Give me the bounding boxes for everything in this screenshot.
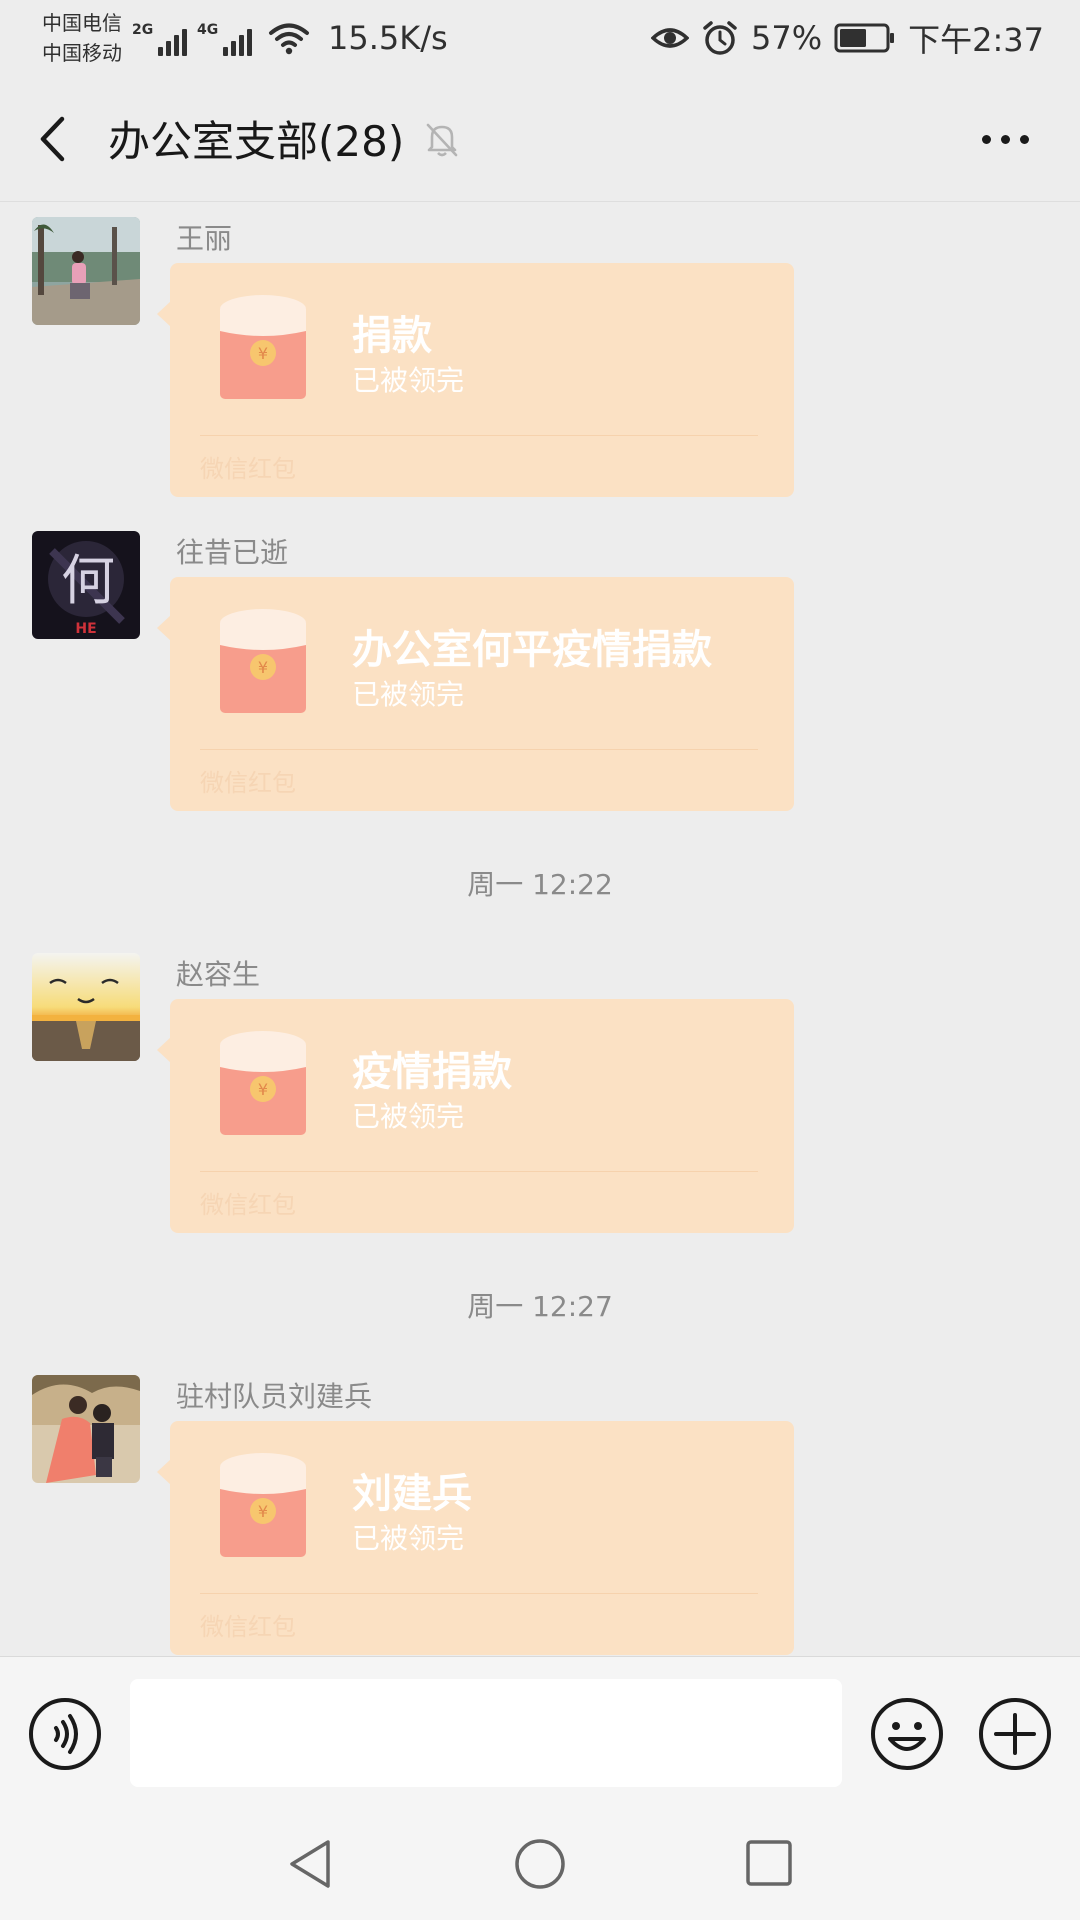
- back-button[interactable]: [0, 76, 104, 202]
- red-packet-card[interactable]: ¥ 办公室何平疫情捐款 已被领完 微信红包: [157, 577, 794, 811]
- sim1-network-type: 2G: [132, 22, 154, 38]
- red-envelope-icon: ¥: [220, 1453, 306, 1557]
- eye-icon: [651, 28, 689, 48]
- avatar[interactable]: [32, 953, 140, 1061]
- sender-name: 赵容生: [176, 958, 261, 991]
- svg-text:¥: ¥: [258, 344, 268, 363]
- envelope-title: 疫情捐款: [352, 1049, 512, 1095]
- envelope-status: 已被领完: [352, 364, 465, 397]
- message-list[interactable]: 王丽 ¥ 捐款 已被领完 微信红包 何 HE 往昔已逝 ¥ 办公室何平疫情捐款 …: [0, 203, 1080, 1655]
- envelope-status: 已被领完: [352, 1100, 465, 1133]
- sender-name: 驻村队员刘建兵: [176, 1380, 373, 1413]
- red-packet-card[interactable]: ¥ 刘建兵 已被领完 微信红包: [157, 1421, 794, 1655]
- emoji-icon[interactable]: [870, 1697, 944, 1771]
- envelope-title: 刘建兵: [352, 1471, 472, 1517]
- timestamp: 周一 12:22: [467, 868, 613, 901]
- envelope-status: 已被领完: [352, 1522, 465, 1555]
- nav-back-icon[interactable]: [284, 1836, 336, 1892]
- clock: 下午2:37: [908, 21, 1044, 59]
- battery-icon: [834, 23, 895, 53]
- message-input[interactable]: [130, 1679, 842, 1787]
- page-title: 办公室支部(28): [108, 117, 405, 166]
- envelope-status: 已被领完: [352, 678, 465, 711]
- signal-icon: 4G: [197, 20, 252, 56]
- svg-text:¥: ¥: [258, 658, 268, 677]
- red-packet-card[interactable]: ¥ 捐款 已被领完 微信红包: [157, 263, 794, 497]
- avatar[interactable]: [32, 1375, 140, 1483]
- more-options-button[interactable]: [970, 112, 1040, 166]
- status-bar: 中国电信 中国移动 2G 4G 15.5K/s 57% 下午2:37: [0, 0, 1080, 76]
- red-envelope-icon: ¥: [220, 295, 306, 399]
- avatar-caption: HE: [75, 621, 96, 637]
- divider: [200, 1593, 758, 1594]
- more-dots-icon: [981, 134, 991, 144]
- carrier-1: 中国电信: [42, 11, 122, 35]
- alarm-icon: [703, 21, 737, 55]
- system-nav-bar: [0, 1806, 1080, 1920]
- sim2-network-type: 4G: [197, 22, 219, 38]
- carrier-labels: 中国电信 中国移动: [42, 8, 122, 68]
- mute-bell-icon: [426, 123, 458, 156]
- plus-icon[interactable]: [978, 1697, 1052, 1771]
- voice-icon[interactable]: [28, 1697, 102, 1771]
- envelope-footer: 微信红包: [200, 769, 296, 797]
- sender-name: 往昔已逝: [176, 536, 289, 569]
- svg-text:¥: ¥: [258, 1502, 268, 1521]
- sender-name: 王丽: [176, 222, 233, 255]
- envelope-title: 办公室何平疫情捐款: [352, 627, 712, 673]
- nav-home-icon[interactable]: [512, 1836, 568, 1892]
- envelope-footer: 微信红包: [200, 1191, 296, 1219]
- divider: [200, 749, 758, 750]
- envelope-footer: 微信红包: [200, 455, 296, 483]
- timestamp: 周一 12:27: [467, 1290, 613, 1323]
- divider: [200, 435, 758, 436]
- back-arrow-icon: [40, 116, 65, 161]
- battery-percent: 57%: [751, 19, 823, 57]
- input-bar: [0, 1656, 1080, 1806]
- net-speed: 15.5K/s: [328, 19, 448, 57]
- red-envelope-icon: ¥: [220, 1031, 306, 1135]
- avatar[interactable]: [32, 217, 140, 325]
- nav-recents-icon[interactable]: [744, 1838, 794, 1888]
- chat-header: 办公室支部(28): [0, 76, 1080, 202]
- avatar-character: 何: [61, 549, 115, 612]
- red-packet-card[interactable]: ¥ 疫情捐款 已被领完 微信红包: [157, 999, 794, 1233]
- signal-icon: 2G: [132, 20, 187, 56]
- envelope-title: 捐款: [352, 313, 432, 359]
- divider: [200, 1171, 758, 1172]
- envelope-footer: 微信红包: [200, 1613, 296, 1641]
- wifi-icon: [269, 23, 309, 55]
- avatar[interactable]: 何 HE: [32, 531, 140, 639]
- svg-text:¥: ¥: [258, 1080, 268, 1099]
- red-envelope-icon: ¥: [220, 609, 306, 713]
- carrier-2: 中国移动: [42, 41, 122, 65]
